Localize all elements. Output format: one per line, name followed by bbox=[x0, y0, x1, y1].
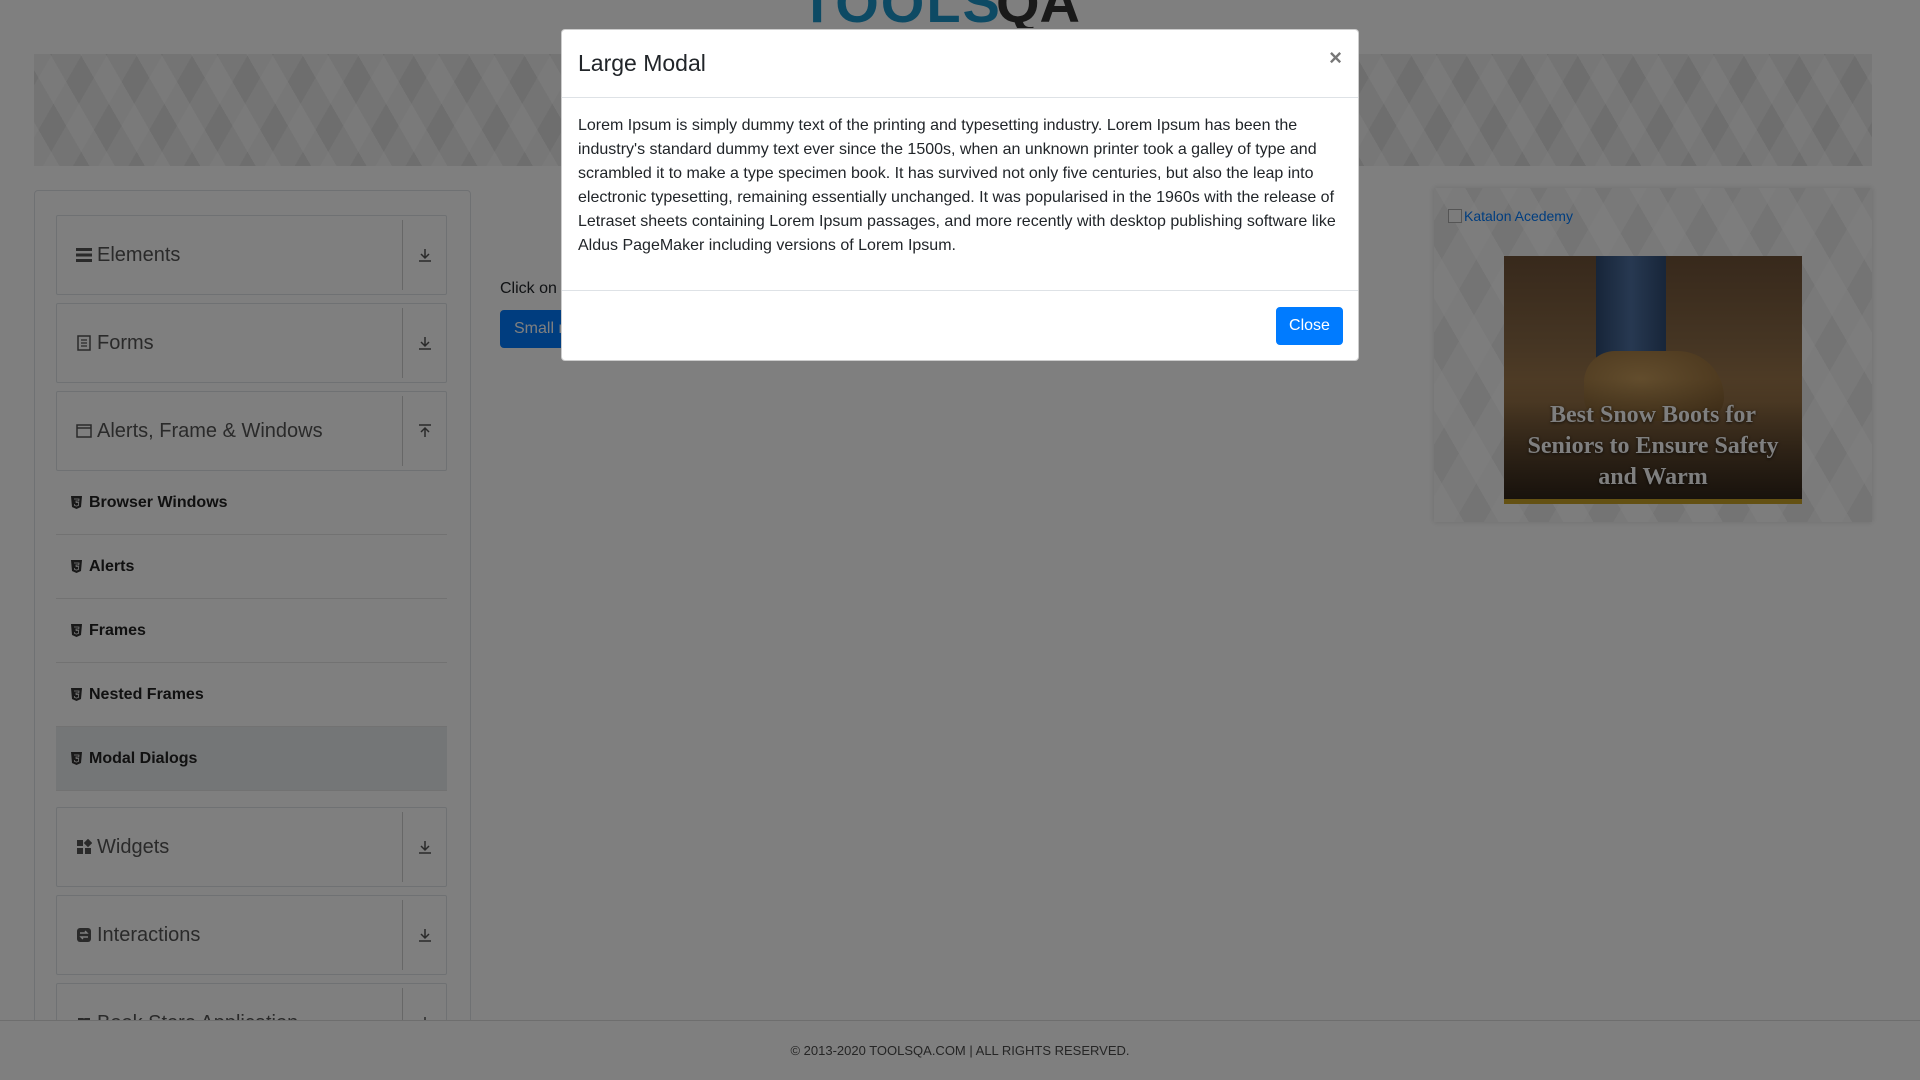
large-modal: Large Modal × Lorem Ipsum is simply dumm… bbox=[561, 29, 1359, 361]
modal-header: Large Modal × bbox=[562, 30, 1358, 98]
close-icon[interactable]: × bbox=[1329, 45, 1342, 71]
modal-body-text: Lorem Ipsum is simply dummy text of the … bbox=[578, 117, 1336, 254]
modal-footer: Close bbox=[562, 290, 1358, 360]
close-modal-button[interactable]: Close bbox=[1276, 307, 1343, 345]
modal-title: Large Modal bbox=[578, 50, 706, 76]
